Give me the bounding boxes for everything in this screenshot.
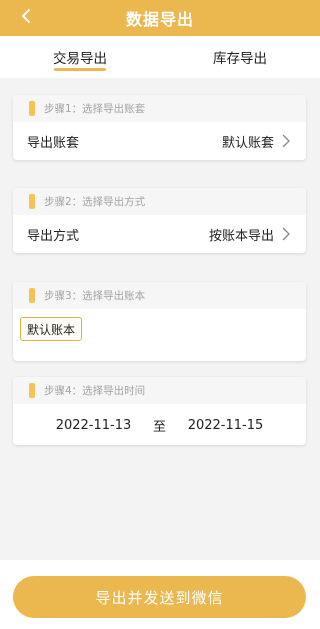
back-button[interactable] (14, 4, 38, 28)
step2-card: 步骤2：选择导出方式 导出方式 按账本导出 (13, 188, 306, 253)
step2-header: 步骤2：选择导出方式 (13, 188, 306, 215)
account-set-value: 默认账套 (221, 135, 274, 151)
date-range: 2022-11-13 至 2022-11-15 (13, 405, 306, 445)
flag-icon (29, 288, 35, 303)
chevron-right-icon (280, 134, 292, 148)
step4-card: 步骤4：选择导出时间 2022-11-13 至 2022-11-15 (13, 377, 306, 445)
tab-transaction-export[interactable]: 交易导出 (0, 36, 160, 78)
account-set-label: 导出账套 (27, 135, 80, 151)
end-date[interactable]: 2022-11-15 (177, 418, 275, 433)
export-send-wechat-button[interactable]: 导出并发送到微信 (13, 576, 306, 618)
account-set-row[interactable]: 导出账套 默认账套 (13, 122, 306, 160)
page-title: 数据导出 (125, 10, 194, 29)
tab-inventory-export[interactable]: 库存导出 (160, 36, 320, 78)
export-method-label: 导出方式 (27, 228, 80, 244)
flag-icon (29, 194, 35, 209)
tab-bar: 交易导出 库存导出 (0, 36, 320, 78)
export-method-row[interactable]: 导出方式 按账本导出 (13, 215, 306, 253)
chevron-left-icon (22, 9, 30, 23)
step4-header: 步骤4：选择导出时间 (13, 377, 306, 404)
top-bar: 数据导出 (0, 0, 320, 36)
step4-title: 步骤4：选择导出时间 (44, 385, 146, 397)
step1-card: 步骤1：选择导出账套 导出账套 默认账套 (13, 95, 306, 160)
date-separator: 至 (152, 419, 166, 435)
ledger-tag[interactable]: 默认账本 (20, 317, 83, 341)
start-date[interactable]: 2022-11-13 (45, 418, 143, 433)
chevron-right-icon (280, 227, 292, 241)
export-method-value: 按账本导出 (208, 228, 274, 244)
step1-header: 步骤1：选择导出账套 (13, 95, 306, 122)
flag-icon (29, 101, 35, 116)
step2-title: 步骤2：选择导出方式 (44, 196, 146, 208)
step3-header: 步骤3：选择导出账本 (13, 282, 306, 309)
flag-icon (29, 383, 35, 398)
step1-title: 步骤1：选择导出账套 (44, 103, 146, 115)
step3-title: 步骤3：选择导出账本 (44, 290, 146, 302)
